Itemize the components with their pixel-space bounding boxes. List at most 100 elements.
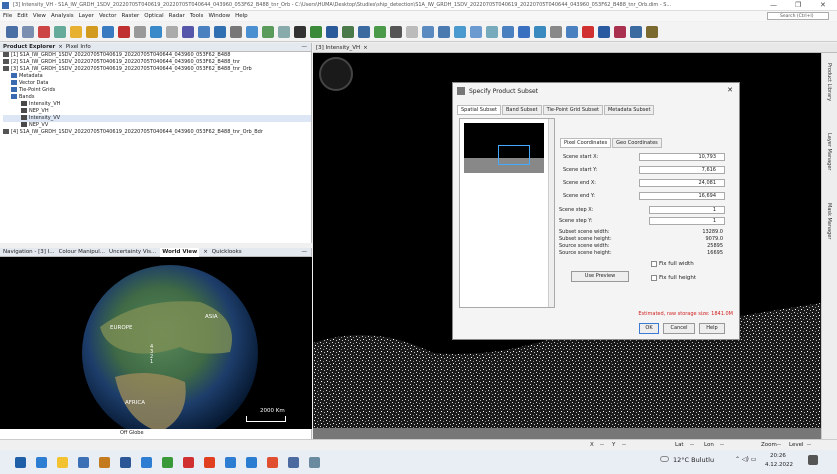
close-tab-icon[interactable]: × [203, 248, 208, 257]
filter-icon[interactable] [134, 25, 146, 38]
graph-builder-icon[interactable] [310, 25, 322, 38]
tab-world-view[interactable]: World View [160, 247, 200, 257]
statistics-icon[interactable] [198, 25, 210, 38]
graph-icon[interactable] [150, 25, 162, 38]
tab-pixel-coordinates[interactable]: Pixel Coordinates [560, 138, 612, 148]
snap-app-icon[interactable] [288, 456, 299, 468]
tab-spatial-subset[interactable]: Spatial Subset [457, 105, 501, 115]
clock-time[interactable]: 20:26 [770, 453, 786, 459]
mask-icon[interactable] [630, 25, 642, 38]
histogram-icon[interactable] [214, 25, 226, 38]
start-y-field[interactable]: 7,616 [639, 166, 725, 174]
chrome-icon[interactable] [267, 456, 278, 468]
tab-colour-manipulation[interactable]: Colour Manipul... [59, 248, 105, 257]
select-icon[interactable] [406, 25, 418, 38]
heart-icon[interactable] [614, 25, 626, 38]
pixel-info-icon[interactable] [390, 25, 402, 38]
batch-icon[interactable] [326, 25, 338, 38]
tab-geo-coordinates[interactable]: Geo Coordinates [612, 138, 662, 148]
menu-analysis[interactable]: Analysis [51, 13, 74, 19]
close-tab-icon[interactable]: × [363, 45, 368, 51]
notification-icon[interactable] [808, 455, 818, 465]
end-x-field[interactable]: 24,081 [639, 179, 725, 187]
polyline-icon[interactable] [486, 25, 498, 38]
end-y-field[interactable]: 16,694 [639, 192, 725, 200]
tree-item[interactable]: [4] S1A_IW_GRDH_1SDV_20220705T040619_202… [3, 129, 311, 136]
tab-pixel-info[interactable]: Pixel Info [66, 43, 91, 52]
gcp-manager-icon[interactable] [358, 25, 370, 38]
fix-height-checkbox[interactable] [651, 275, 657, 281]
subset-region-box[interactable] [498, 145, 530, 165]
file-explorer-icon[interactable] [57, 456, 68, 468]
globe-view[interactable]: EUROPE ASIA AFRICA 4 3 2 1 2000 Km [0, 257, 312, 429]
tree-item[interactable]: NEP_VH [3, 108, 311, 115]
pinned-app-icon[interactable] [225, 456, 236, 468]
acrobat-icon[interactable] [183, 456, 194, 468]
help-button[interactable]: Help [699, 323, 725, 334]
menu-view[interactable]: View [33, 13, 46, 19]
tree-item[interactable]: Intensity_VH [3, 101, 311, 108]
pinned-app-icon[interactable] [36, 456, 47, 468]
menu-tools[interactable]: Tools [190, 13, 204, 19]
tree-item[interactable]: [2] S1A_IW_GRDH_1SDV_20220705T040619_202… [3, 59, 311, 66]
globe-icon[interactable] [230, 25, 242, 38]
menu-optical[interactable]: Optical [144, 13, 163, 19]
close-button[interactable]: ✕ [820, 1, 826, 9]
tray-icons[interactable]: ⌃ ◁) ▭ [735, 456, 756, 463]
weather-text[interactable]: 12°C Bulutlu [673, 456, 714, 464]
settings-icon[interactable] [646, 25, 658, 38]
pinned-app-icon[interactable] [99, 456, 110, 468]
pinned-app-icon[interactable] [309, 456, 320, 468]
office-icon[interactable] [204, 456, 215, 468]
star-icon[interactable] [582, 25, 594, 38]
tab-product-library[interactable]: Product Library [826, 63, 832, 101]
tab-mask-manager[interactable]: Mask Manager [826, 203, 832, 239]
line-tool-icon[interactable] [470, 25, 482, 38]
tree-item[interactable]: [1] S1A_IW_GRDH_1SDV_20220705T040619_202… [3, 52, 311, 59]
product-markers[interactable]: 4 3 2 1 [150, 345, 153, 365]
pinned-app-icon[interactable] [162, 456, 173, 468]
sum-icon[interactable] [294, 25, 306, 38]
tab-band-subset[interactable]: Band Subset [501, 105, 542, 115]
edit-icon[interactable] [182, 25, 194, 38]
outlook-icon[interactable] [246, 456, 257, 468]
tree-item[interactable]: Intensity_VV [3, 115, 311, 122]
import-icon[interactable] [70, 25, 82, 38]
start-x-field[interactable]: 10,793 [639, 153, 725, 161]
pinned-app-icon[interactable] [141, 456, 152, 468]
navigation-compass-icon[interactable] [319, 57, 353, 91]
layer-icon[interactable] [102, 25, 114, 38]
tab-layer-manager[interactable]: Layer Manager [826, 133, 832, 170]
ok-button[interactable]: OK [639, 323, 659, 334]
gcp-icon[interactable] [342, 25, 354, 38]
menu-help[interactable]: Help [235, 13, 248, 19]
pan-icon[interactable] [422, 25, 434, 38]
tab-intensity-vh[interactable]: [3] Intensity_VH [313, 45, 360, 51]
tab-navigation[interactable]: Navigation - [3] I... [3, 248, 55, 257]
clock-date[interactable]: 4.12.2022 [765, 462, 793, 468]
zoom-icon[interactable] [438, 25, 450, 38]
menu-raster[interactable]: Raster [121, 13, 139, 19]
tab-metadata-subset[interactable]: Metadata Subset [603, 105, 655, 115]
tree-item[interactable]: NEP_VV [3, 122, 311, 129]
menu-vector[interactable]: Vector [99, 13, 117, 19]
maximize-button[interactable]: ❐ [795, 1, 801, 9]
tree-item[interactable]: Metadata [3, 73, 311, 80]
tree-item[interactable]: Bands [3, 94, 311, 101]
use-preview-button[interactable]: Use Preview [571, 271, 629, 282]
menu-radar[interactable]: Radar [169, 13, 185, 19]
minimize-button[interactable]: — [770, 1, 777, 9]
menu-edit[interactable]: Edit [17, 13, 28, 19]
gcp-tool-icon[interactable] [454, 25, 466, 38]
export-icon[interactable] [86, 25, 98, 38]
tree-item[interactable]: [3] S1A_IW_GRDH_1SDV_20220705T040619_202… [3, 66, 311, 73]
undo-icon[interactable] [38, 25, 50, 38]
word-icon[interactable] [120, 456, 131, 468]
rectangle-icon[interactable] [502, 25, 514, 38]
minimize-panel-icon[interactable]: — [302, 248, 308, 257]
ellipse-icon[interactable] [518, 25, 530, 38]
band-maths-icon[interactable] [118, 25, 130, 38]
start-icon[interactable] [15, 456, 26, 468]
tab-product-explorer[interactable]: Product Explorer [3, 43, 55, 52]
menu-file[interactable]: File [3, 13, 12, 19]
